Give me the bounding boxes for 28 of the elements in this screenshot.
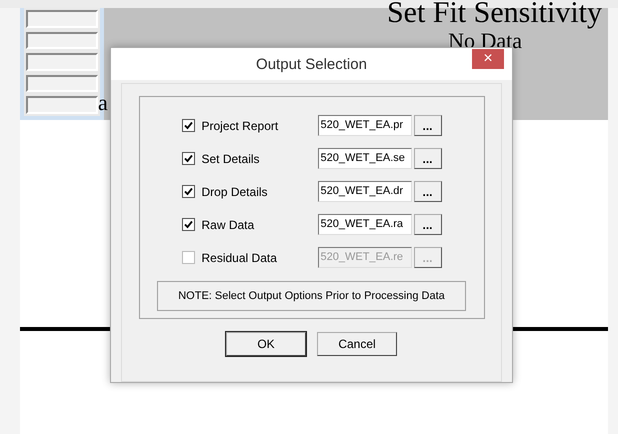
axis-label: a (98, 90, 108, 116)
side-cell (26, 74, 98, 92)
chart-title: Set Fit Sensitivity (386, 0, 602, 28)
browse-button[interactable]: ... (414, 148, 442, 169)
checkbox[interactable] (182, 119, 194, 132)
browse-button[interactable]: ... (414, 181, 442, 202)
side-cell (26, 96, 98, 114)
cancel-button[interactable]: Cancel (317, 332, 397, 356)
dialog-title: Output Selection (256, 56, 367, 72)
file-field[interactable]: 520_WET_EA.dr (318, 181, 412, 202)
browse-button[interactable]: ... (414, 115, 442, 136)
option-label: Project Report (202, 118, 280, 132)
side-cell (26, 32, 98, 50)
checkbox[interactable] (182, 185, 194, 198)
option-label: Residual Data (202, 250, 278, 264)
option-label: Raw Data (202, 218, 256, 232)
option-label: Set Details (202, 152, 261, 166)
browse-button[interactable]: ... (414, 214, 442, 235)
file-field[interactable]: 520_WET_EA.ra (318, 214, 412, 235)
close-button[interactable]: × (472, 49, 504, 69)
file-field[interactable]: 520_WET_EA.pr (318, 115, 412, 136)
side-cell (26, 53, 98, 71)
file-field[interactable]: 520_WET_EA.se (318, 148, 412, 169)
ok-button[interactable]: OK (226, 332, 306, 356)
note-text: NOTE: Select Output Options Prior to Processing Data (157, 281, 466, 311)
checkbox[interactable] (182, 152, 194, 165)
checkbox[interactable] (182, 218, 194, 231)
option-label: Drop Details (202, 184, 269, 198)
